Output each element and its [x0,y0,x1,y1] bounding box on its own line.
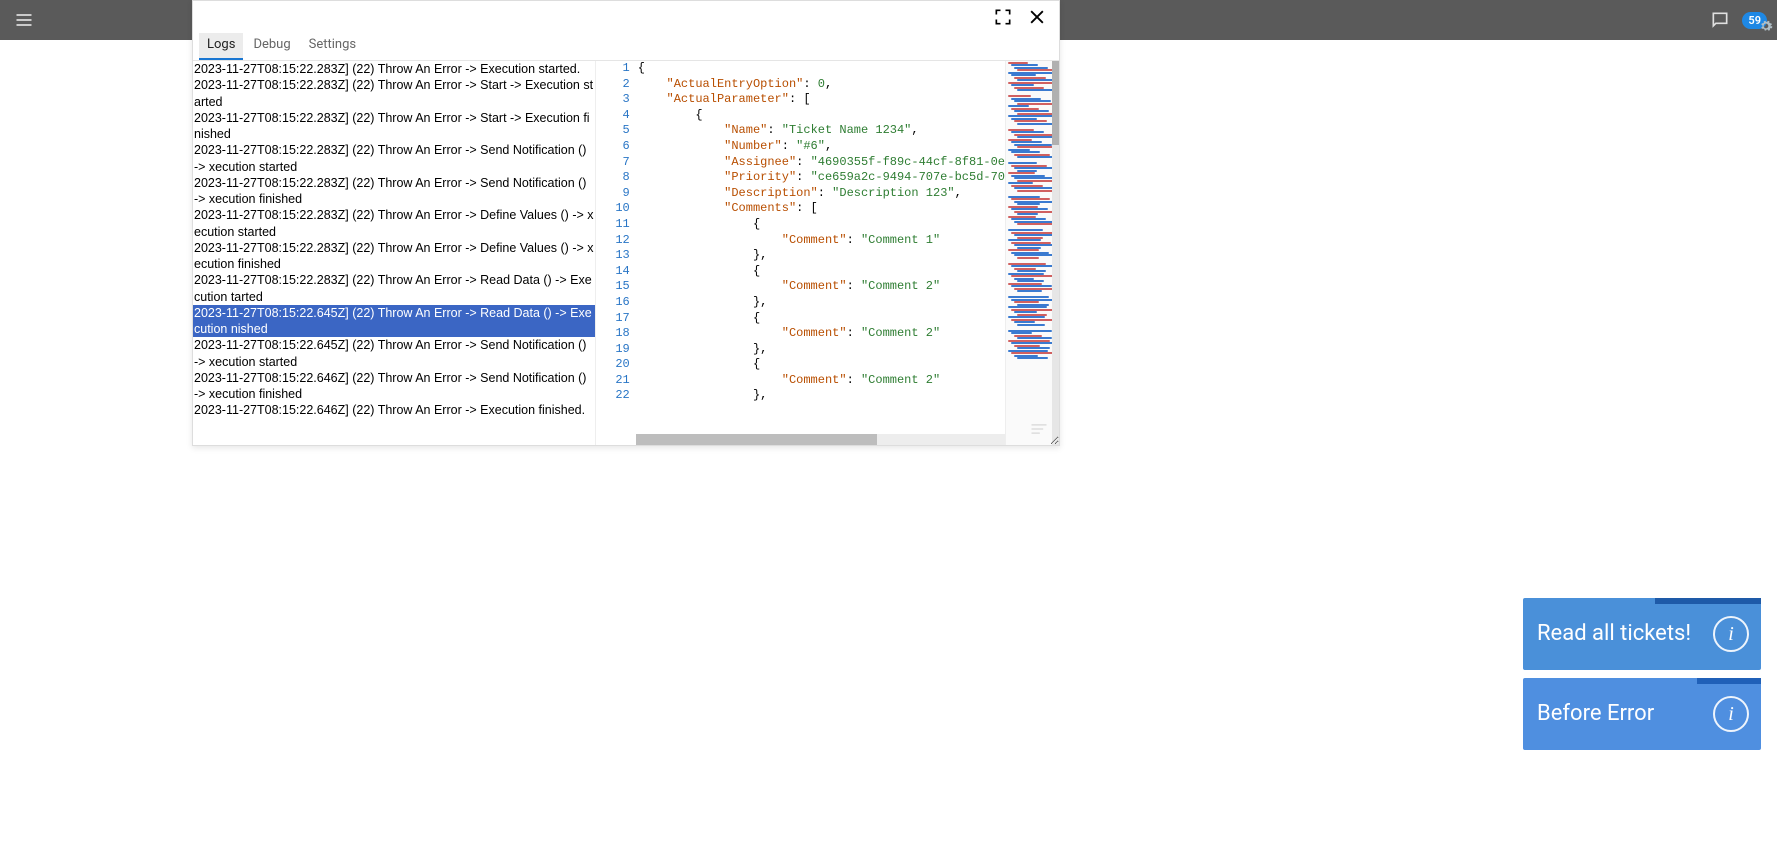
json-code: { "ActualEntryOption": 0, "ActualParamet… [636,61,1005,445]
close-button[interactable] [1023,3,1051,31]
log-line[interactable]: 2023-11-27T08:15:22.646Z] (22) Throw An … [193,402,595,418]
log-line[interactable]: 2023-11-27T08:15:22.283Z] (22) Throw An … [193,240,595,273]
log-line[interactable]: 2023-11-27T08:15:22.645Z] (22) Throw An … [193,305,595,338]
info-icon: i [1713,696,1749,732]
card-read-all-tickets[interactable]: Read all tickets! i [1523,598,1761,670]
logs-pane[interactable]: 2023-11-27T08:15:22.283Z] (22) Throw An … [193,61,595,445]
scrollbar-thumb[interactable] [636,434,877,445]
minimap-scrollbar[interactable] [1052,61,1059,445]
chat-icon [1710,10,1730,30]
tab-debug[interactable]: Debug [245,33,298,60]
modal-body: 2023-11-27T08:15:22.283Z] (22) Throw An … [193,61,1059,445]
menu-button[interactable] [10,6,38,34]
gear-icon [1759,19,1773,33]
log-line[interactable]: 2023-11-27T08:15:22.283Z] (22) Throw An … [193,272,595,305]
log-line[interactable]: 2023-11-27T08:15:22.283Z] (22) Throw An … [193,207,595,240]
fullscreen-button[interactable] [989,3,1017,31]
fullscreen-icon [993,7,1013,27]
log-line[interactable]: 2023-11-27T08:15:22.646Z] (22) Throw An … [193,370,595,403]
modal-header [193,1,1059,33]
hamburger-icon [14,10,34,30]
log-line[interactable]: 2023-11-27T08:15:22.283Z] (22) Throw An … [193,77,595,110]
format-button[interactable] [1025,415,1053,443]
log-line[interactable]: 2023-11-27T08:15:22.283Z] (22) Throw An … [193,110,595,143]
log-line[interactable]: 2023-11-27T08:15:22.283Z] (22) Throw An … [193,142,595,175]
card-label: Read all tickets! [1537,620,1691,648]
messages-button[interactable] [1706,6,1734,34]
json-pane[interactable]: 12345678910111213141516171819202122 { "A… [595,61,1059,445]
log-line[interactable]: 2023-11-27T08:15:22.645Z] (22) Throw An … [193,337,595,370]
log-line[interactable]: 2023-11-27T08:15:22.283Z] (22) Throw An … [193,61,595,77]
tab-settings[interactable]: Settings [301,33,364,60]
minimap[interactable] [1005,61,1059,445]
line-gutter: 12345678910111213141516171819202122 [596,61,636,445]
notes-icon [1029,419,1049,439]
action-cards: Read all tickets! i Before Error i [1523,598,1761,750]
horizontal-scrollbar[interactable] [636,434,1059,445]
tab-logs[interactable]: Logs [199,33,243,60]
info-icon: i [1713,616,1749,652]
log-line[interactable]: 2023-11-27T08:15:22.283Z] (22) Throw An … [193,175,595,208]
logs-modal: Logs Debug Settings 2023-11-27T08:15:22.… [192,0,1060,446]
tab-bar: Logs Debug Settings [193,33,1059,61]
close-icon [1027,7,1047,27]
card-label: Before Error [1537,700,1654,728]
minimap-thumb[interactable] [1052,61,1059,145]
notifications-button[interactable]: 59 [1742,12,1767,29]
card-before-error[interactable]: Before Error i [1523,678,1761,750]
